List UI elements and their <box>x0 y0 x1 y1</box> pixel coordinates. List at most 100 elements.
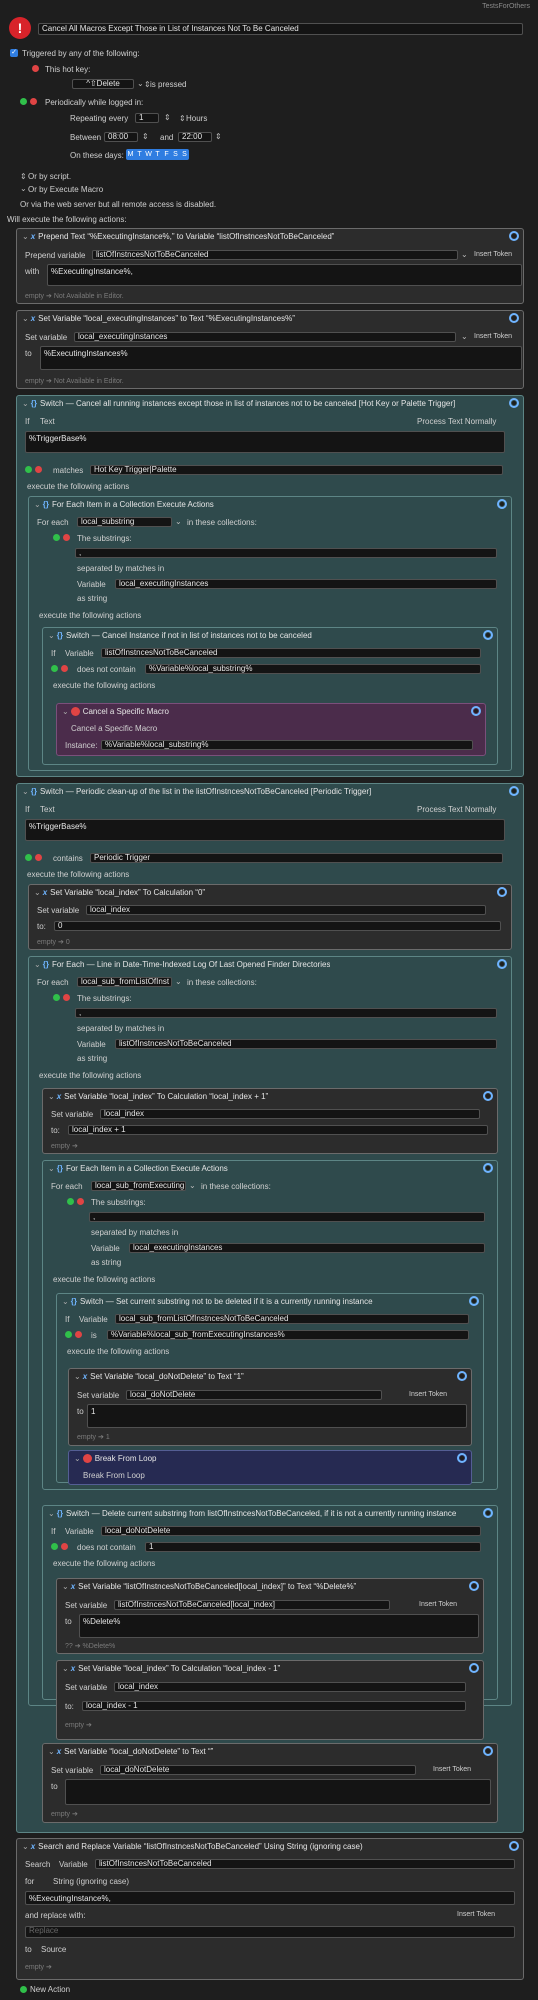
condition-select[interactable]: does not contain <box>77 665 136 674</box>
macro-name-field[interactable]: Cancel All Macros Except Those in List o… <box>38 23 523 35</box>
insert-token-button[interactable]: Insert Token <box>474 333 512 340</box>
variable-select[interactable]: Variable <box>77 1040 106 1049</box>
action-set-do-not-delete[interactable]: ⌄ x Set Variable “local_doNotDelete” to Te… <box>68 1368 472 1446</box>
insert-token-button[interactable]: Insert Token <box>419 1601 457 1608</box>
condition-select[interactable]: is <box>91 1331 97 1340</box>
variable-select[interactable]: Variable <box>65 1527 94 1536</box>
source-select[interactable]: Source <box>41 1945 66 1954</box>
triggered-checkbox[interactable]: ✓ <box>10 49 18 57</box>
separated-select[interactable]: separated by matches in <box>77 1024 164 1033</box>
gear-icon[interactable] <box>509 231 519 241</box>
gear-icon[interactable] <box>483 1163 493 1173</box>
to-field[interactable]: local_index + 1 <box>68 1125 488 1135</box>
match-field[interactable]: Periodic Trigger <box>90 853 503 863</box>
action-set-index-zero[interactable]: ⌄ x Set Variable “local_index” To Calculat… <box>28 884 512 950</box>
or-execute-link[interactable]: Or by Execute Macro <box>28 185 103 194</box>
day-f[interactable]: F <box>162 149 171 160</box>
with-field[interactable]: %ExecutingInstance%, <box>47 264 522 286</box>
as-string-select[interactable]: as string <box>77 594 107 603</box>
add-trigger-button[interactable] <box>20 98 27 105</box>
variable-field[interactable]: local_index <box>100 1109 480 1119</box>
to-field[interactable]: %ExecutingInstances% <box>40 346 522 370</box>
variable-select[interactable]: Variable <box>91 1244 120 1253</box>
variable-select[interactable]: Variable <box>79 1315 108 1324</box>
substrings-field[interactable]: , <box>75 548 497 558</box>
gear-icon[interactable] <box>497 887 507 897</box>
gear-icon[interactable] <box>483 630 493 640</box>
remove-case-button[interactable] <box>61 665 68 672</box>
switch-variable-field[interactable]: local_doNotDelete <box>101 1526 481 1536</box>
add-case-button[interactable] <box>25 466 32 473</box>
search-type-select[interactable]: String (ignoring case) <box>53 1877 129 1886</box>
hotkey-mode-select[interactable]: is pressed <box>150 80 186 89</box>
action-set-list-delete[interactable]: ⌄ x Set Variable “listOfInstncesNotToBeCan… <box>56 1578 484 1654</box>
variable-field[interactable]: listOfInstncesNotToBeCanceled <box>95 1859 515 1869</box>
repeat-field[interactable]: 1 <box>135 113 159 123</box>
cancel-mode-select[interactable]: Cancel a Specific Macro <box>71 724 157 733</box>
remove-case-button[interactable] <box>35 854 42 861</box>
remove-collection-button[interactable] <box>63 994 70 1001</box>
days-selector[interactable]: MTWTFSS <box>126 149 189 160</box>
variable-field[interactable]: local_doNotDelete <box>100 1765 416 1775</box>
hotkey-field[interactable]: ^⇧Delete <box>72 79 134 89</box>
insert-token-button[interactable]: Insert Token <box>433 1766 471 1773</box>
gear-icon[interactable] <box>509 398 519 408</box>
separated-select[interactable]: separated by matches in <box>91 1228 178 1237</box>
remove-case-button[interactable] <box>35 466 42 473</box>
start-time-field[interactable]: 08:00 <box>104 132 138 142</box>
end-time-field[interactable]: 22:00 <box>178 132 212 142</box>
remove-case-button[interactable] <box>75 1331 82 1338</box>
action-cancel-macro[interactable]: ⌄ Cancel a Specific Macro Cancel a Specif… <box>56 703 486 756</box>
or-script-link[interactable]: Or by script. <box>28 172 71 181</box>
day-su[interactable]: S <box>180 149 189 160</box>
as-string-select[interactable]: as string <box>91 1258 121 1267</box>
gear-icon[interactable] <box>469 1296 479 1306</box>
add-case-button[interactable] <box>25 854 32 861</box>
gear-icon[interactable] <box>469 1663 479 1673</box>
insert-token-button[interactable]: Insert Token <box>457 1911 495 1918</box>
variable-select[interactable]: Variable <box>59 1860 88 1869</box>
collection-variable-field[interactable]: local_executingInstances <box>115 579 497 589</box>
gear-icon[interactable] <box>483 1746 493 1756</box>
to-field[interactable]: 1 <box>87 1404 467 1428</box>
day-t[interactable]: T <box>135 149 144 160</box>
add-case-button[interactable] <box>51 1543 58 1550</box>
variable-field[interactable]: local_index <box>114 1682 466 1692</box>
replace-field[interactable]: Replace <box>25 1926 515 1938</box>
variable-select[interactable]: Variable <box>77 580 106 589</box>
insert-token-button[interactable]: Insert Token <box>409 1391 447 1398</box>
matches-select[interactable]: matches <box>53 466 83 475</box>
day-th[interactable]: T <box>153 149 162 160</box>
variable-field[interactable]: listOfInstncesNotToBeCanceled <box>92 250 458 260</box>
new-action-icon[interactable] <box>20 1986 27 1993</box>
gear-icon[interactable] <box>509 786 519 796</box>
to-field[interactable]: 0 <box>54 921 501 931</box>
day-w[interactable]: W <box>144 149 153 160</box>
contains-select[interactable]: contains <box>53 854 83 863</box>
variable-field[interactable]: local_doNotDelete <box>126 1390 382 1400</box>
collection-variable-field[interactable]: listOfInstncesNotToBeCanceled <box>115 1039 497 1049</box>
remove-periodic-button[interactable] <box>30 98 37 105</box>
day-m[interactable]: M <box>126 149 135 160</box>
loop-variable-field[interactable]: local_substring <box>77 517 172 527</box>
variable-select[interactable]: Variable <box>65 649 94 658</box>
remove-collection-button[interactable] <box>77 1198 84 1205</box>
add-collection-button[interactable] <box>53 994 60 1001</box>
text-select[interactable]: Text <box>40 417 55 426</box>
separated-select[interactable]: separated by matches in <box>77 564 164 573</box>
process-text-select[interactable]: Process Text Normally <box>417 417 496 426</box>
switch-text-field[interactable]: %TriggerBase% <box>25 431 505 453</box>
break-mode-select[interactable]: Break From Loop <box>83 1471 145 1480</box>
remove-case-button[interactable] <box>61 1543 68 1550</box>
gear-icon[interactable] <box>469 1581 479 1591</box>
action-break-loop[interactable]: ⌄ Break From Loop Break From Loop <box>68 1450 472 1485</box>
condition-select[interactable]: does not contain <box>77 1543 136 1552</box>
process-text-select[interactable]: Process Text Normally <box>417 805 496 814</box>
gear-icon[interactable] <box>457 1371 467 1381</box>
substrings-field[interactable]: , <box>89 1212 485 1222</box>
switch-variable-field[interactable]: local_sub_fromListOfInstncesNotToBeCance… <box>115 1314 469 1324</box>
condition-field[interactable]: %Variable%local_sub_fromExecutingInstanc… <box>107 1330 469 1340</box>
gear-icon[interactable] <box>509 313 519 323</box>
repeat-unit-select[interactable]: Hours <box>186 114 207 123</box>
action-index-increment[interactable]: ⌄ x Set Variable “local_index” To Calculat… <box>42 1088 498 1154</box>
